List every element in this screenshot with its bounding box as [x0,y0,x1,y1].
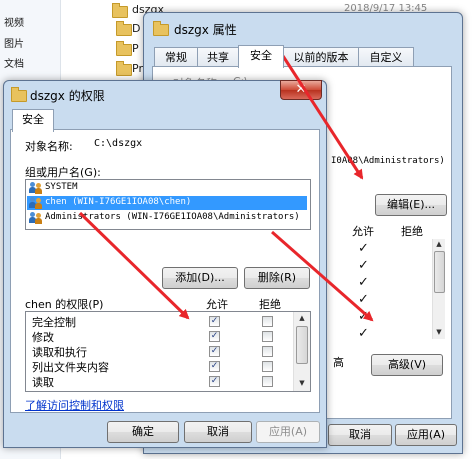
deny-column-header: 拒绝 [401,225,423,238]
folder-icon [112,3,128,18]
sidebar-item-pictures[interactable]: 图片 [4,35,24,50]
scroll-down-icon[interactable]: ▼ [433,328,445,336]
folder-icon [116,41,132,56]
remove-button[interactable]: 删除(R) [244,267,310,289]
permission-name: 修改 [32,331,54,344]
deny-checkbox[interactable] [262,376,273,387]
permissions-scrollbar[interactable]: ▲ ▼ [432,239,445,339]
allow-checkbox[interactable]: ✓ [209,361,220,372]
permission-name: 读取 [32,376,54,389]
group-list-item[interactable]: chen (WIN-I76GE1IOA08\chen) [27,196,307,210]
group-name: Administrators (WIN-I76GE1IOA08\Administ… [45,212,300,222]
apply-button[interactable]: 应用(A) [395,424,457,446]
users-icon [29,197,43,209]
allow-column-header: 允许 [352,225,374,238]
group-list[interactable]: SYSTEM chen (WIN-I76GE1IOA08\chen) Adminis… [25,179,311,230]
file-item[interactable]: D [132,22,140,35]
tab-general[interactable]: 常规 [154,47,198,67]
allow-checkbox[interactable]: ✓ [209,331,220,342]
properties-title: dszgx 属性 [174,23,237,37]
cancel-button[interactable]: 取消 [184,421,252,443]
admin-entry: I0A08\Administrators) [331,156,445,166]
folder-icon [153,21,169,36]
deny-checkbox[interactable] [262,346,273,357]
allow-checkbox[interactable]: ✓ [209,346,220,357]
ok-button[interactable]: 确定 [107,421,179,443]
folder-icon [116,61,132,76]
group-list-item[interactable]: SYSTEM [27,181,307,195]
allow-check-icon: ✓ [358,275,369,290]
group-list-item[interactable]: Administrators (WIN-I76GE1IOA08\Administ… [27,211,307,225]
allow-check-icon: ✓ [358,326,369,341]
sidebar-item-documents[interactable]: 文档 [4,55,24,70]
apply-button[interactable]: 应用(A) [256,421,320,443]
scroll-up-icon[interactable]: ▲ [433,240,445,248]
cancel-button[interactable]: 取消 [328,424,392,446]
scroll-thumb[interactable] [434,251,445,293]
file-item[interactable]: P [132,42,139,55]
permissions-panel: 对象名称: C:\dszgx 组或用户名(G): SYSTEM chen (WIN… [10,129,320,413]
scroll-up-icon[interactable]: ▲ [294,314,310,322]
edit-button[interactable]: 编辑(E)... [375,194,447,216]
tab-customize[interactable]: 自定义 [358,47,414,67]
folder-icon [11,87,27,102]
users-icon [29,182,43,194]
group-name: SYSTEM [45,182,78,192]
permission-name: 完全控制 [32,316,76,329]
deny-checkbox[interactable] [262,361,273,372]
allow-column-header: 允许 [206,298,228,311]
tab-previous-versions[interactable]: 以前的版本 [283,47,359,67]
tab-security[interactable]: 安全 [12,109,54,132]
object-name-label: 对象名称: [25,140,73,153]
permissions-title: dszgx 的权限 [30,89,105,103]
advanced-label: 高 [333,356,344,369]
allow-checkbox[interactable]: ✓ [209,376,220,387]
scroll-down-icon[interactable]: ▼ [294,379,310,387]
users-icon [29,212,43,224]
deny-column-header: 拒绝 [259,298,281,311]
permissions-for-label: chen 的权限(P) [25,298,104,311]
deny-checkbox[interactable] [262,331,273,342]
folder-icon [116,21,132,36]
allow-check-icon: ✓ [358,241,369,256]
permissions-dialog: dszgx 的权限 ✕ 安全 对象名称: C:\dszgx 组或用户名(G): … [3,80,327,448]
tab-sharing[interactable]: 共享 [197,47,239,67]
allow-check-icon: ✓ [358,309,369,324]
object-name-value: C:\dszgx [94,138,143,149]
allow-check-icon: ✓ [358,258,369,273]
advanced-button[interactable]: 高级(V) [371,354,443,376]
group-label: 组或用户名(G): [25,166,101,179]
add-button[interactable]: 添加(D)... [162,267,238,289]
permission-name: 列出文件夹内容 [32,361,109,374]
help-link[interactable]: 了解访问控制和权限 [25,397,124,413]
sidebar-item-videos[interactable]: 视频 [4,14,24,29]
permissions-list: 完全控制 ✓ 修改 ✓ 读取和执行 ✓ 列出文件夹内容 ✓ 读取 ✓ ▲ ▼ [25,311,311,392]
allow-checkbox[interactable]: ✓ [209,316,220,327]
scroll-thumb[interactable] [296,326,308,364]
allow-check-icon: ✓ [358,292,369,307]
group-name: chen (WIN-I76GE1IOA08\chen) [45,197,192,207]
tab-security[interactable]: 安全 [238,45,284,68]
deny-checkbox[interactable] [262,316,273,327]
permissions-scrollbar[interactable]: ▲ ▼ [293,312,310,391]
permission-name: 读取和执行 [32,346,87,359]
close-icon[interactable]: ✕ [280,80,322,100]
file-item[interactable]: Pr [132,62,143,75]
